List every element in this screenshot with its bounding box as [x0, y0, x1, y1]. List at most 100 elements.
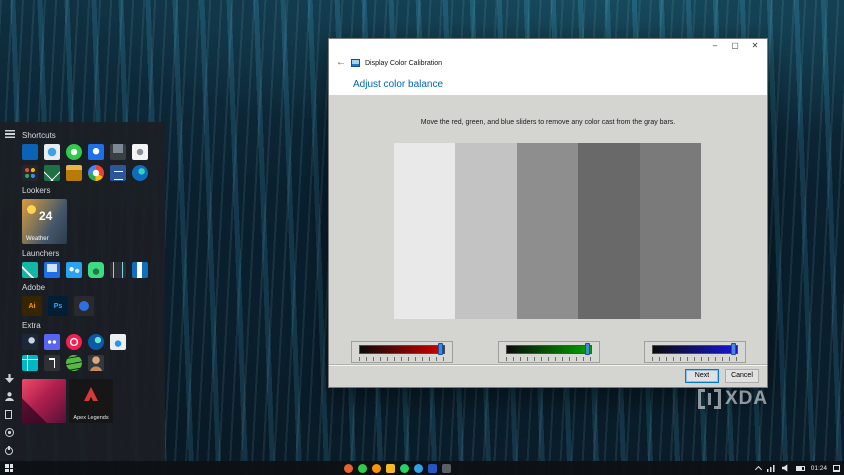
- onenote-tile[interactable]: [132, 262, 148, 278]
- downloads-icon[interactable]: [5, 374, 14, 383]
- store-tile[interactable]: [22, 165, 38, 181]
- edge-tile[interactable]: [132, 165, 148, 181]
- epic-tile[interactable]: [44, 355, 60, 371]
- file-explorer-icon[interactable]: [386, 464, 395, 473]
- word-tile[interactable]: [110, 165, 126, 181]
- maximize-button[interactable]: ▢: [725, 39, 745, 53]
- settings-icon[interactable]: [5, 428, 14, 437]
- hamburger-menu-icon[interactable]: [5, 130, 15, 138]
- next-button[interactable]: Next: [685, 369, 719, 383]
- weather-tile-label: Weather: [26, 236, 49, 242]
- watermark-bar: [708, 393, 711, 405]
- creative-cloud-tile[interactable]: [74, 296, 94, 316]
- gray-bars-panel: [394, 143, 701, 319]
- mail-tile[interactable]: [22, 144, 38, 160]
- photos-tile[interactable]: [44, 144, 60, 160]
- chrome-tile[interactable]: [88, 165, 104, 181]
- blue-slider-track[interactable]: [652, 345, 738, 354]
- apex-row: Apex Legends: [22, 379, 162, 423]
- steam-tile[interactable]: [22, 334, 38, 350]
- profile-avatar-tile[interactable]: [88, 355, 104, 371]
- gray-bar-4: [578, 143, 639, 319]
- user-account-icon[interactable]: [5, 392, 14, 401]
- start-menu-content: Shortcuts Lookers 24 Weat: [22, 126, 162, 423]
- discord-tile[interactable]: [44, 334, 60, 350]
- watermark-bracket-right: [714, 389, 721, 409]
- action-center-icon[interactable]: [833, 465, 840, 472]
- power-icon[interactable]: [5, 447, 13, 455]
- display-color-calibration-window: – ▢ ✕ ← Display Color Calibration Adjust…: [328, 38, 768, 388]
- windows-logo-icon: [10, 464, 14, 468]
- chevron-up-icon[interactable]: [755, 465, 762, 472]
- start-menu-rail: [0, 122, 20, 461]
- tasks-tile[interactable]: [22, 262, 38, 278]
- watermark-text: XDA: [725, 388, 768, 410]
- blue-slider-handle[interactable]: [731, 343, 736, 355]
- windows-logo-icon: [10, 469, 14, 473]
- window-titlebar[interactable]: – ▢ ✕: [329, 39, 767, 55]
- shortcuts-row-2: [22, 165, 162, 181]
- rainmeter-tile[interactable]: [110, 334, 126, 350]
- edge-icon[interactable]: [428, 464, 437, 473]
- network-signal-icon[interactable]: [767, 465, 776, 472]
- apex-legends-tile[interactable]: Apex Legends: [69, 379, 113, 423]
- photoshop-tile[interactable]: Ps: [48, 296, 68, 316]
- taskbar-app-icons: [344, 464, 451, 473]
- xda-watermark: XDA: [698, 388, 768, 410]
- gray-bar-5: [640, 143, 701, 319]
- battery-icon[interactable]: [796, 466, 805, 471]
- red-slider[interactable]: [351, 341, 453, 363]
- messenger-tile[interactable]: [88, 144, 104, 160]
- window-title: Display Color Calibration: [365, 60, 442, 67]
- taskbar-clock[interactable]: 01:24: [811, 465, 827, 472]
- shortcuts-row-1: [22, 144, 162, 160]
- cancel-button[interactable]: Cancel: [725, 369, 759, 383]
- volume-icon[interactable]: [782, 464, 790, 472]
- green-slider-handle[interactable]: [585, 343, 590, 355]
- edge-beta-tile[interactable]: [88, 334, 104, 350]
- back-button[interactable]: ←: [336, 56, 346, 70]
- whatsapp-tile[interactable]: [66, 144, 82, 160]
- monitor-tile[interactable]: [44, 262, 60, 278]
- red-slider-handle[interactable]: [438, 343, 443, 355]
- spotify-tile[interactable]: [66, 355, 82, 371]
- wizard-header: ← Display Color Calibration: [329, 55, 767, 71]
- documents-icon[interactable]: [5, 410, 12, 419]
- telegram-icon[interactable]: [414, 464, 423, 473]
- window-controls: – ▢ ✕: [705, 39, 765, 53]
- section-label-lookers: Lookers: [22, 186, 162, 195]
- minimize-button[interactable]: –: [705, 39, 725, 53]
- teams-tile[interactable]: [22, 355, 38, 371]
- section-label-adobe: Adobe: [22, 283, 162, 292]
- brave-icon[interactable]: [344, 464, 353, 473]
- whatsapp-web-icon[interactable]: [400, 464, 409, 473]
- weather-tile[interactable]: 24 Weather: [22, 199, 67, 244]
- illustrator-tile[interactable]: Ai: [22, 296, 42, 316]
- red-slider-track[interactable]: [359, 345, 445, 354]
- start-menu: Shortcuts Lookers 24 Weat: [0, 122, 165, 461]
- settings-tile[interactable]: [132, 144, 148, 160]
- green-slider[interactable]: [498, 341, 600, 363]
- system-tray: 01:24: [756, 461, 840, 475]
- opera-tile[interactable]: [66, 334, 82, 350]
- apex-artwork-tile[interactable]: [22, 379, 66, 423]
- files-tile[interactable]: [66, 165, 82, 181]
- close-button[interactable]: ✕: [745, 39, 765, 53]
- photos-icon[interactable]: [442, 464, 451, 473]
- section-label-shortcuts: Shortcuts: [22, 131, 162, 140]
- instruction-text: Move the red, green, and blue sliders to…: [329, 119, 767, 126]
- windows-logo-icon: [5, 469, 9, 473]
- contacts-tile[interactable]: [66, 262, 82, 278]
- excel-tile[interactable]: [44, 165, 60, 181]
- whatsapp-icon[interactable]: [358, 464, 367, 473]
- firefox-icon[interactable]: [372, 464, 381, 473]
- android-tile[interactable]: [88, 262, 104, 278]
- page-title: Adjust color balance: [329, 71, 767, 96]
- extra-row-2: [22, 355, 162, 371]
- green-slider-track[interactable]: [506, 345, 592, 354]
- remote-desktop-tile[interactable]: [110, 144, 126, 160]
- blue-slider[interactable]: [644, 341, 746, 363]
- start-button[interactable]: [5, 464, 13, 472]
- code-tile[interactable]: [110, 262, 126, 278]
- display-calibration-icon: [351, 59, 360, 67]
